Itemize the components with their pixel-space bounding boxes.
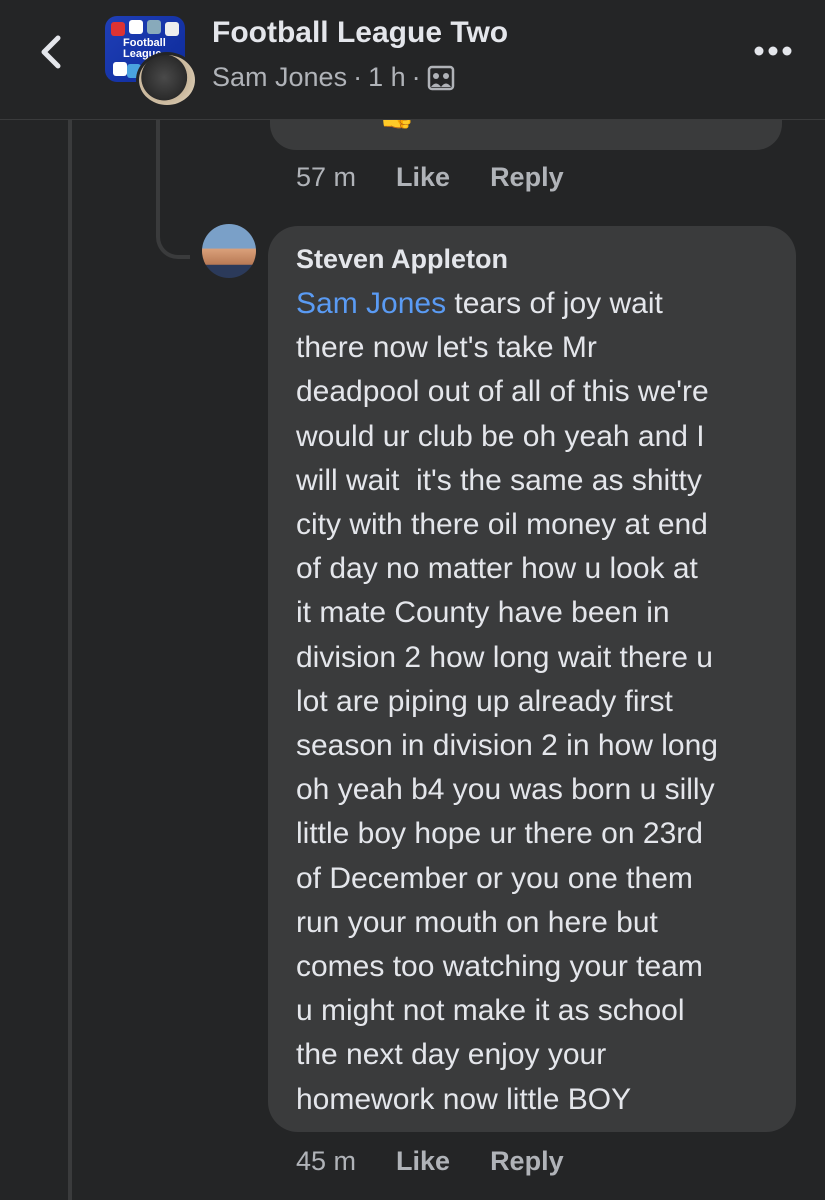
thread-line-inner (156, 119, 160, 199)
poster-avatar[interactable] (136, 52, 198, 108)
mention-link[interactable]: Sam Jones (296, 287, 446, 320)
previous-reply-button[interactable]: Reply (490, 162, 564, 193)
comment-line: comes too watching your team (296, 950, 703, 984)
group-name[interactable]: Football League Two (212, 16, 508, 50)
more-options-button[interactable] (752, 38, 794, 64)
comment-line: of day no matter how u look at (296, 552, 698, 586)
comment-line: deadpool out of all of this we're (296, 375, 709, 409)
previous-comment-actions: 57 m Like Reply (296, 162, 604, 193)
like-button[interactable]: Like (396, 1146, 450, 1177)
poster-name[interactable]: Sam Jones (212, 62, 347, 93)
reply-connector (156, 195, 190, 259)
post-time[interactable]: 1 h (368, 62, 406, 93)
chevron-left-icon (41, 35, 61, 69)
group-privacy-icon (427, 65, 454, 90)
comment-line: the next day enjoy your (296, 1038, 607, 1072)
comment-line: will wait it's the same as shitty (296, 463, 702, 497)
post-header: Football League Football League Two Sam … (0, 0, 825, 120)
comment-line: lot are piping up already first (296, 684, 673, 718)
comment-line: run your mouth on here but (296, 905, 658, 939)
comment-line: homework now little BOY (296, 1082, 632, 1116)
comment-line: it mate County have been in (296, 596, 670, 630)
comment-line: u might not make it as school (296, 994, 685, 1028)
back-button[interactable] (30, 30, 74, 74)
comment-line: season in division 2 in how long (296, 729, 718, 763)
comment-line: city with there oil money at end (296, 508, 708, 542)
commenter-avatar[interactable] (202, 224, 256, 278)
more-dots-icon (754, 46, 792, 56)
comment-actions: 45 m Like Reply (296, 1146, 604, 1177)
previous-like-button[interactable]: Like (396, 162, 450, 193)
comment-line: Sam Jones tears of joy wait (296, 287, 663, 320)
comment-time[interactable]: 45 m (296, 1146, 356, 1177)
comment-author[interactable]: Steven Appleton (296, 244, 508, 275)
meta-separator: · (353, 62, 363, 92)
post-meta: Sam Jones · 1 h · (212, 62, 455, 93)
thread-line-outer (68, 119, 72, 1200)
previous-comment-time[interactable]: 57 m (296, 162, 356, 193)
comment-line: there now let's take Mr (296, 331, 597, 365)
comment-line: would ur club be oh yeah and I (296, 419, 705, 453)
comment-body: Sam Jones tears of joy wait there now le… (296, 282, 774, 1122)
comment-line: division 2 how long wait there u (296, 640, 713, 674)
reply-button[interactable]: Reply (490, 1146, 564, 1177)
comment-line: of December or you one them (296, 861, 693, 895)
comment-line: little boy hope ur there on 23rd (296, 817, 703, 851)
meta-separator-2: · (411, 62, 421, 92)
comment-line: oh yeah b4 you was born u silly (296, 773, 715, 807)
